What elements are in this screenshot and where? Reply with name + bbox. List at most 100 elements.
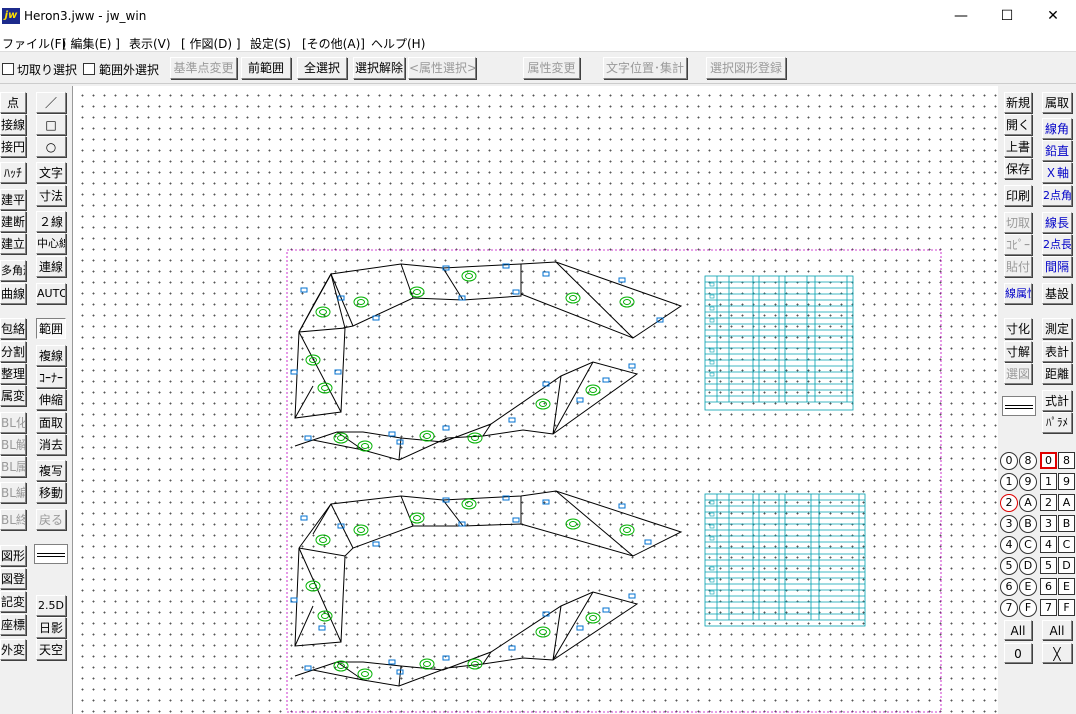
two-point-angle-button[interactable]: 2点角 — [1042, 185, 1072, 206]
menu-settings[interactable]: 設定(S) — [250, 35, 291, 52]
tool-offset[interactable]: 複線 — [36, 345, 66, 366]
two-point-length-button[interactable]: 2点長 — [1042, 234, 1072, 255]
layer-group-d[interactable]: D — [1019, 557, 1037, 575]
layer-group-e[interactable]: E — [1019, 578, 1037, 596]
layer-1[interactable]: 1 — [1040, 473, 1057, 490]
tool-continuous-line[interactable]: 連線 — [36, 256, 66, 277]
layer-group-7[interactable]: 7 — [1000, 599, 1018, 617]
tool-auto[interactable]: AUTO — [36, 283, 66, 304]
menu-other[interactable]: [その他(A)] — [302, 35, 365, 52]
tool-dimension[interactable]: 寸法 — [36, 185, 66, 206]
tool-text[interactable]: 文字 — [36, 162, 66, 183]
layer-group-all-button[interactable]: All — [1004, 620, 1032, 640]
layer-group-5[interactable]: 5 — [1000, 557, 1018, 575]
layer-group-f[interactable]: F — [1019, 599, 1037, 617]
tool-attribute-change[interactable]: 属変 — [0, 385, 26, 406]
tool-chamfer[interactable]: 面取 — [36, 412, 66, 433]
tool-2-5d[interactable]: 2.5D — [36, 595, 66, 616]
tool-envelope[interactable]: 包絡 — [0, 318, 26, 339]
base-settings-button[interactable]: 基設 — [1042, 283, 1072, 304]
layer-c[interactable]: C — [1058, 536, 1075, 553]
layer-f[interactable]: F — [1058, 599, 1075, 616]
tool-tangent-circle[interactable]: 接円 — [0, 136, 26, 157]
cut-button[interactable]: 切取 — [1004, 212, 1032, 233]
layer-group-zero-button[interactable]: 0 — [1004, 643, 1032, 663]
select-shape-button[interactable]: 選図 — [1004, 363, 1032, 384]
close-button[interactable]: ✕ — [1030, 0, 1076, 32]
tool-shape-register[interactable]: 図登 — [0, 568, 26, 589]
table-calc-button[interactable]: 表計 — [1042, 341, 1072, 362]
layer-d[interactable]: D — [1058, 557, 1075, 574]
tool-shape[interactable]: 図形 — [0, 545, 26, 566]
paste-button[interactable]: 貼付 — [1004, 256, 1032, 277]
print-button[interactable]: 印刷 — [1004, 185, 1032, 206]
previous-range-button[interactable]: 前範囲 — [241, 57, 291, 79]
tool-corner[interactable]: ｺｰﾅｰ — [36, 367, 66, 388]
layer-group-3[interactable]: 3 — [1000, 515, 1018, 533]
layer-3[interactable]: 3 — [1040, 515, 1057, 532]
tool-divide[interactable]: 分割 — [0, 341, 26, 362]
tool-sky[interactable]: 天空 — [36, 639, 66, 660]
tool-hatch[interactable]: ﾊｯﾁ — [0, 162, 26, 183]
tool-sun-shadow[interactable]: 日影 — [36, 617, 66, 638]
layer-close-icon[interactable]: ╳ — [1042, 643, 1072, 663]
layer-7[interactable]: 7 — [1040, 599, 1057, 616]
menu-draw[interactable]: [ 作図(D) ] — [181, 35, 241, 52]
tool-copy[interactable]: 複写 — [36, 460, 66, 481]
tool-block-attribute[interactable]: BL属 — [0, 456, 26, 477]
layer-group-2[interactable]: 2 — [1000, 494, 1018, 512]
tool-stretch[interactable]: 伸縮 — [36, 389, 66, 410]
layer-9[interactable]: 9 — [1058, 473, 1075, 490]
text-position-summary-button[interactable]: 文字位置･集計 — [603, 57, 687, 79]
tool-erase[interactable]: 消去 — [36, 434, 66, 455]
select-all-button[interactable]: 全選択 — [297, 57, 347, 79]
layer-group-b[interactable]: B — [1019, 515, 1037, 533]
tool-arrange[interactable]: 整理 — [0, 363, 26, 384]
menu-file[interactable]: ファイル(F) — [2, 35, 66, 52]
dimension-explode-button[interactable]: 寸解 — [1004, 341, 1032, 362]
tool-polygon[interactable]: 多角形 — [0, 260, 26, 281]
attribute-select-button[interactable]: <属性選択> — [408, 57, 476, 79]
layer-0[interactable]: 0 — [1040, 452, 1057, 469]
attribute-change-button[interactable]: 属性変更 — [523, 57, 580, 79]
tool-double-line[interactable]: ２線 — [36, 211, 66, 232]
layer-e[interactable]: E — [1058, 578, 1075, 595]
tool-record-change[interactable]: 記変 — [0, 591, 26, 612]
formula-calc-button[interactable]: 式計 — [1042, 390, 1072, 411]
layer-b[interactable]: B — [1058, 515, 1075, 532]
tool-line[interactable]: ／ — [36, 92, 66, 113]
layer-group-6[interactable]: 6 — [1000, 578, 1018, 596]
open-file-button[interactable]: 開く — [1004, 114, 1032, 135]
tool-tangent-line[interactable]: 接線 — [0, 114, 26, 135]
maximize-button[interactable]: ☐ — [984, 0, 1030, 32]
layer-a[interactable]: A — [1058, 494, 1075, 511]
current-line-indicator[interactable] — [1002, 396, 1036, 416]
tool-block-end[interactable]: BL終 — [0, 509, 26, 530]
tool-center-line[interactable]: 中心線 — [36, 233, 66, 254]
layer-group-4[interactable]: 4 — [1000, 536, 1018, 554]
deselect-button[interactable]: 選択解除 — [353, 57, 405, 79]
layer-group-a[interactable]: A — [1019, 494, 1037, 512]
minimize-button[interactable]: — — [938, 0, 984, 32]
save-button[interactable]: 保存 — [1004, 158, 1032, 179]
base-point-change-button[interactable]: 基準点変更 — [170, 57, 237, 79]
tool-point[interactable]: 点 — [0, 92, 26, 113]
vertical-button[interactable]: 鉛直 — [1042, 140, 1072, 161]
layer-8[interactable]: 8 — [1058, 452, 1075, 469]
x-axis-button[interactable]: Ｘ軸 — [1042, 162, 1072, 183]
tool-arch-plan[interactable]: 建平 — [0, 189, 26, 210]
attribute-pick-button[interactable]: 属取 — [1042, 92, 1072, 113]
layer-group-c[interactable]: C — [1019, 536, 1037, 554]
layer-group-9[interactable]: 9 — [1019, 473, 1037, 491]
drawing-canvas[interactable] — [72, 86, 998, 714]
menu-edit[interactable]: [ 編集(E) ] — [62, 35, 120, 52]
copy-button[interactable]: ｺﾋﾟｰ — [1004, 234, 1032, 255]
tool-curve[interactable]: 曲線 — [0, 283, 26, 304]
line-type-indicator[interactable] — [34, 544, 68, 564]
tool-range[interactable]: 範囲 — [36, 318, 66, 339]
layer-group-8[interactable]: 8 — [1019, 452, 1037, 470]
cut-select-checkbox[interactable] — [2, 63, 14, 75]
layer-all-button[interactable]: All — [1042, 620, 1072, 640]
measure-button[interactable]: 測定 — [1042, 318, 1072, 339]
layer-6[interactable]: 6 — [1040, 578, 1057, 595]
